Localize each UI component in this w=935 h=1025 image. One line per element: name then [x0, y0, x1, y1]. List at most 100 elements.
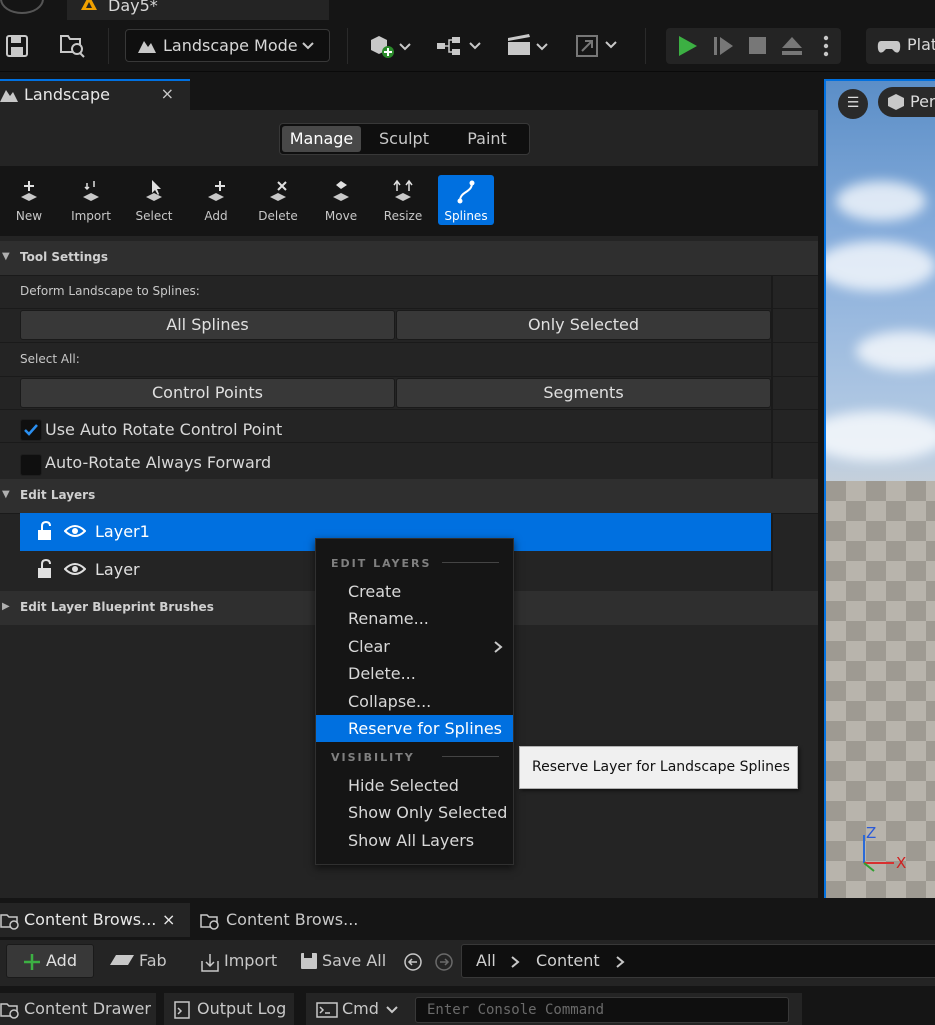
- platforms-button[interactable]: Plat: [866, 28, 935, 64]
- add-actor-icon[interactable]: [368, 32, 416, 60]
- output-log-label: Output Log: [197, 999, 287, 1018]
- axis-gizmo-icon: [863, 835, 894, 872]
- status-bar: Content Drawer Output Log Cmd Enter Cons…: [0, 993, 935, 1025]
- tool-label: Move: [324, 209, 358, 223]
- tool-splines[interactable]: Splines: [438, 175, 494, 225]
- cube-icon: [888, 94, 904, 110]
- perspective-button[interactable]: Per: [878, 87, 935, 117]
- save-all-label: Save All: [322, 951, 387, 970]
- eye-icon[interactable]: [64, 561, 86, 577]
- segments-button[interactable]: Segments: [396, 378, 771, 408]
- breadcrumb: All Content: [461, 944, 935, 978]
- content-drawer-button[interactable]: Content Drawer: [0, 993, 156, 1025]
- chevron-right-icon: [511, 956, 520, 968]
- terminal-icon: [316, 1002, 338, 1018]
- always-forward-checkbox[interactable]: [20, 454, 42, 476]
- content-drawer-label: Content Drawer: [24, 999, 151, 1018]
- tab-sculpt[interactable]: Sculpt: [363, 126, 445, 152]
- tool-move[interactable]: Move: [313, 175, 369, 225]
- tool-add[interactable]: Add: [188, 175, 244, 225]
- cinematics-icon[interactable]: [505, 32, 553, 58]
- content-browser-tab-2[interactable]: Content Brows...: [198, 903, 388, 937]
- auto-rotate-checkbox[interactable]: [20, 419, 42, 441]
- content-browser-icon: [200, 914, 219, 930]
- tool-label: Delete: [258, 209, 298, 223]
- breadcrumb-item-all[interactable]: All: [476, 951, 496, 970]
- content-browser-tab-1[interactable]: Content Brows... ×: [0, 903, 190, 937]
- gamepad-icon: [877, 41, 901, 53]
- menu-item-create[interactable]: Create: [316, 578, 513, 605]
- menu-section-visibility: VISIBILITY: [331, 751, 415, 764]
- import-icon: [83, 181, 99, 201]
- edit-layers-header[interactable]: ▼ Edit Layers: [0, 479, 818, 513]
- output-log-button[interactable]: Output Log: [164, 993, 294, 1025]
- axis-z-label: Z: [866, 824, 877, 842]
- tool-label: Select: [135, 209, 173, 223]
- import-icon: [201, 954, 219, 972]
- step-icon[interactable]: [712, 35, 734, 57]
- content-browser-toolbar: Add Fab Import Save All All Content: [0, 940, 935, 986]
- console-area: Enter Console Command: [408, 993, 802, 1025]
- tool-settings-header[interactable]: ▼ Tool Settings: [0, 241, 818, 275]
- more-options-icon[interactable]: [822, 35, 830, 57]
- main-toolbar: Landscape Mode Plat: [0, 20, 935, 72]
- tool-import[interactable]: Import: [63, 175, 119, 225]
- menu-item-hide-selected[interactable]: Hide Selected: [316, 772, 513, 799]
- tab-paint[interactable]: Paint: [447, 126, 527, 152]
- browse-icon[interactable]: [58, 32, 88, 58]
- document-tab-label: Day5*: [108, 0, 158, 15]
- collapse-icon: ▼: [2, 489, 10, 500]
- breadcrumb-item-content[interactable]: Content: [536, 951, 600, 970]
- mode-dropdown[interactable]: Landscape Mode: [125, 29, 330, 62]
- document-tab[interactable]: Day5*: [67, 0, 329, 20]
- cmd-dropdown[interactable]: Cmd: [306, 993, 408, 1025]
- menu-item-collapse[interactable]: Collapse...: [316, 688, 513, 715]
- platform-build-icon[interactable]: [574, 33, 622, 59]
- landscape-tab[interactable]: Landscape ×: [0, 79, 190, 110]
- perspective-label: Per: [910, 92, 935, 111]
- play-icon[interactable]: [676, 35, 698, 57]
- deform-buttons-row: All Splines Only Selected: [0, 308, 818, 342]
- menu-item-rename[interactable]: Rename...: [316, 605, 513, 632]
- eject-icon[interactable]: [780, 35, 804, 57]
- tooltip: Reserve Layer for Landscape Splines: [519, 746, 798, 789]
- chevron-right-icon: [616, 956, 625, 968]
- tool-resize[interactable]: Resize: [375, 175, 431, 225]
- resize-icon: [393, 179, 413, 201]
- forward-icon[interactable]: [434, 952, 454, 972]
- control-points-button[interactable]: Control Points: [20, 378, 395, 408]
- menu-item-clear[interactable]: Clear: [316, 633, 513, 660]
- stop-icon[interactable]: [748, 36, 768, 56]
- section-title: Tool Settings: [20, 250, 109, 264]
- add-button[interactable]: Add: [6, 944, 94, 978]
- splines-icon: [457, 180, 475, 204]
- menu-item-reserve-for-splines[interactable]: Reserve for Splines: [316, 715, 513, 742]
- eye-icon[interactable]: [64, 523, 86, 539]
- close-icon[interactable]: ×: [161, 84, 174, 103]
- tool-delete[interactable]: Delete: [250, 175, 306, 225]
- menu-item-delete[interactable]: Delete...: [316, 660, 513, 687]
- level-viewport[interactable]: ☰ Per Z X: [824, 79, 935, 898]
- chevron-down-icon: [386, 1006, 398, 1014]
- close-icon[interactable]: ×: [162, 903, 175, 937]
- viewport-menu-button[interactable]: ☰: [838, 89, 868, 119]
- mode-tabs: Manage Sculpt Paint: [279, 123, 530, 155]
- collapse-icon: ▼: [2, 251, 10, 262]
- unlocked-icon[interactable]: [36, 521, 56, 541]
- unlocked-icon[interactable]: [36, 559, 56, 579]
- tab-manage[interactable]: Manage: [282, 126, 361, 152]
- console-input[interactable]: Enter Console Command: [415, 997, 789, 1023]
- menu-item-show-only-selected[interactable]: Show Only Selected: [316, 799, 513, 826]
- fab-icon: [110, 955, 134, 965]
- back-icon[interactable]: [403, 952, 423, 972]
- layer-context-menu: EDIT LAYERS Create Rename... Clear Delet…: [315, 538, 514, 865]
- only-selected-button[interactable]: Only Selected: [396, 310, 771, 340]
- menu-item-show-all-layers[interactable]: Show All Layers: [316, 827, 513, 854]
- all-splines-button[interactable]: All Splines: [20, 310, 395, 340]
- cmd-label: Cmd: [342, 999, 379, 1018]
- tool-select[interactable]: Select: [126, 175, 182, 225]
- save-icon[interactable]: [5, 34, 29, 58]
- tool-new[interactable]: New: [1, 175, 57, 225]
- plus-icon: [24, 954, 40, 970]
- blueprint-icon[interactable]: [436, 34, 484, 58]
